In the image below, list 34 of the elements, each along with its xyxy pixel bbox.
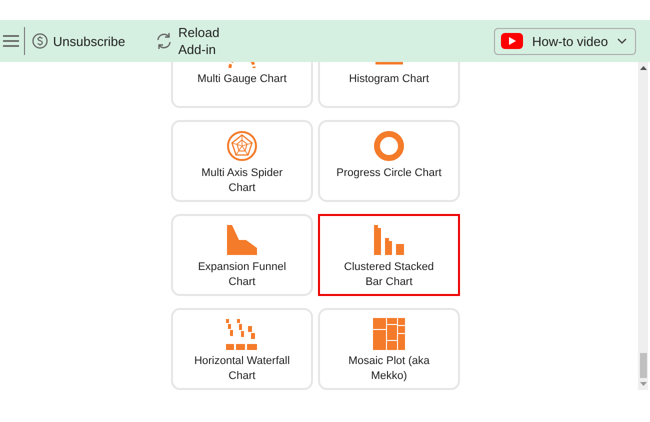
chart-card[interactable]: Mosaic Plot (aka Mekko) [318,308,460,390]
how-to-video-button[interactable]: How-to video [494,28,636,54]
chart-card[interactable]: Horizontal Waterfall Chart [171,308,313,390]
card-label: Mosaic Plot (aka Mekko) [347,354,431,384]
caret-icon [617,38,627,44]
card-label: Histogram Chart [348,72,430,87]
ring-icon [373,130,405,162]
chart-card[interactable]: Clustered Stacked Bar Chart [318,214,460,296]
mosaic-icon [373,318,405,350]
reload-add-in-button[interactable]: Reload Add-in [153,24,222,58]
scroll-down-icon [640,382,646,386]
scroll-up-icon [640,66,646,70]
chart-card[interactable]: Multi Axis Spider Chart [171,120,313,202]
scrollbar-thumb[interactable] [640,353,646,378]
card-label: Progress Circle Chart [335,166,443,181]
play-icon [501,33,524,49]
spider-chart-icon [226,130,258,162]
card-label: Clustered Stacked Bar Chart [343,260,435,290]
bar-chart-icon [373,224,405,256]
dollar-icon [32,33,48,49]
funnel-icon [226,224,258,256]
scrollbar[interactable] [638,62,648,390]
unsubscribe-button[interactable]: Unsubscribe [30,33,128,49]
chart-card[interactable]: Expansion Funnel Chart [171,214,313,296]
waterfall-icon [226,318,258,350]
chart-card[interactable]: Progress Circle Chart [318,120,460,202]
refresh-icon [155,32,174,50]
card-label: Multi Gauge Chart [196,72,288,87]
menu-icon[interactable] [3,34,19,48]
chart-card[interactable]: Histogram Chart [318,62,460,108]
card-label: Expansion Funnel Chart [196,260,288,290]
card-label: Horizontal Waterfall Chart [193,354,291,384]
chart-card[interactable]: Multi Gauge Chart [171,62,313,108]
card-label: Multi Axis Spider Chart [200,166,284,196]
